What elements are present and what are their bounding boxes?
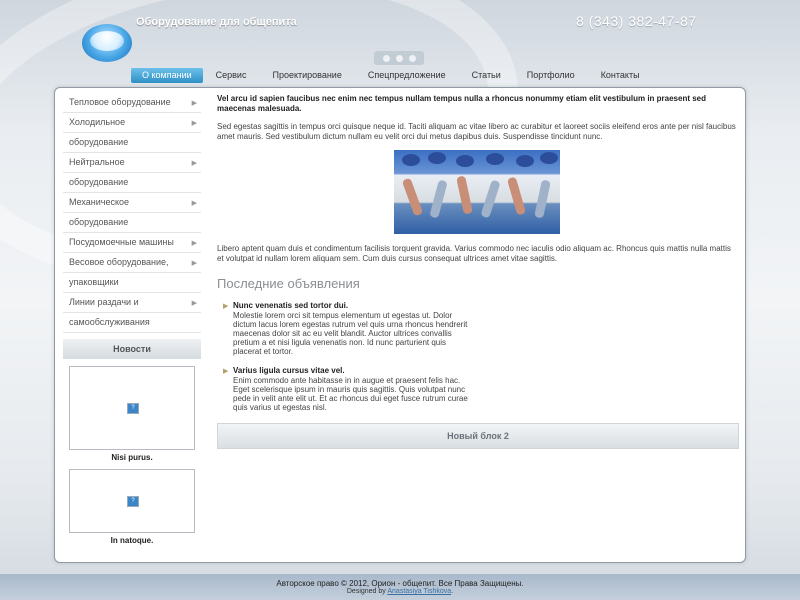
sidebar-item-thermal[interactable]: Тепловое оборудование ▶ [63,93,201,113]
sidebar-item-label: Линии раздачи и [69,297,139,307]
ball-shape [428,152,446,164]
sidebar-item-label: самообслуживания [69,317,150,327]
news-header: Новости [63,339,201,359]
arrow-right-icon: ▶ [191,240,197,247]
body-paragraph: Libero aptent quam duis et condimentum f… [217,244,731,263]
announcement-title[interactable]: Varius ligula cursus vitae vel. [233,366,473,376]
arrow-right-icon: ▶ [191,100,197,107]
arrow-right-icon: ▶ [191,160,197,167]
sidebar-item-scales-cont[interactable]: упаковщики [63,273,201,293]
sidebar-item-mechanical-cont[interactable]: оборудование [63,213,201,233]
copyright-text: Авторское право © 2012, Орион - общепит.… [276,579,524,588]
sidebar-item-label: Механическое [69,197,130,207]
sidebar-item-label: оборудование [69,137,129,147]
announcement-text: Enim commodo ante habitasse in in augue … [233,376,468,412]
ball-shape [516,155,534,167]
person-figure [429,179,448,219]
sidebar-item-mechanical[interactable]: Механическое ▶ [63,193,201,213]
footer: Авторское право © 2012, Орион - общепит.… [0,574,800,600]
person-figure [480,179,501,219]
arrow-right-icon: ▶ [191,300,197,307]
main-container: Тепловое оборудование ▶ Холодильное ▶ об… [54,87,746,563]
news-caption[interactable]: Nisi purus. [63,453,201,462]
intro-paragraph: Sed egestas sagittis in tempus orci quis… [217,122,736,141]
broken-image-icon: ? [127,496,139,507]
slider-dot-1[interactable] [382,54,390,62]
news-image[interactable]: ? [69,366,195,450]
site-title[interactable]: Оборудование для общепита [136,16,297,28]
nav-item-contacts[interactable]: Контакты [588,68,653,83]
designer-prefix: Designed by [346,588,386,595]
broken-image-icon: ? [127,403,139,414]
designer-link[interactable]: Anastasiya Tishkova [387,588,451,595]
sidebar-item-serving-lines[interactable]: Линии раздачи и ▶ [63,293,201,313]
nav-item-portfolio[interactable]: Портфолио [514,68,588,83]
designer-credit: Designed by Anastasiya Tishkova. [0,588,800,595]
announcement-text: Molestie lorem orci sit tempus elementum… [233,311,468,356]
person-figure [534,179,551,219]
slider-dot-2[interactable] [395,54,403,62]
sidebar-item-label: Весовое оборудование, [69,257,169,267]
person-figure [506,176,527,216]
ball-shape [402,154,420,166]
announcement-item: ▶ Varius ligula cursus vitae vel. Enim c… [217,366,473,412]
logo[interactable] [82,24,134,64]
logo-core [90,31,124,51]
new-block-2-header: Новый блок 2 [217,423,739,449]
sidebar-item-label: Нейтральное [69,157,125,167]
news-item[interactable]: ? Nisi purus. [63,366,201,462]
sidebar-item-label: оборудование [69,217,129,227]
sidebar-item-neutral[interactable]: Нейтральное ▶ [63,153,201,173]
main-nav: О компании Сервис Проектирование Спецпре… [131,68,653,83]
news-item[interactable]: ? In natoque. [63,469,201,545]
fitness-photo [394,150,560,234]
lead-paragraph: Vel arcu id sapien faucibus nec enim nec… [217,94,707,113]
person-figure [401,177,424,217]
sidebar-item-serving-lines-cont[interactable]: самообслуживания [63,313,201,333]
nav-item-special-offer[interactable]: Спецпредложение [355,68,459,83]
designer-suffix: . [451,588,454,595]
sidebar-item-label: Холодильное [69,117,126,127]
arrow-right-icon: ▶ [191,200,197,207]
news-caption[interactable]: In natoque. [63,536,201,545]
arrow-right-icon: ▶ [191,120,197,127]
announcement-item: ▶ Nunc venenatis sed tortor dui. Molesti… [217,301,473,356]
phone-number: 8 (343) 382-47-87 [576,13,697,29]
bullet-arrow-icon: ▶ [223,368,229,375]
sidebar-item-refrigeration-cont[interactable]: оборудование [63,133,201,153]
announcements-heading: Последние объявления [217,276,360,291]
ball-shape [456,155,474,167]
main-content: Vel arcu id sapien faucibus nec enim nec… [217,94,737,422]
arrow-right-icon: ▶ [191,260,197,267]
sidebar-item-label: упаковщики [69,277,119,287]
news-image[interactable]: ? [69,469,195,533]
bullet-arrow-icon: ▶ [223,303,229,310]
sidebar-item-neutral-cont[interactable]: оборудование [63,173,201,193]
sidebar-item-refrigeration[interactable]: Холодильное ▶ [63,113,201,133]
ball-shape [540,152,558,164]
ball-shape [486,153,504,165]
sidebar-item-label: оборудование [69,177,129,187]
nav-item-articles[interactable]: Статьи [459,68,514,83]
nav-item-service[interactable]: Сервис [203,68,260,83]
nav-item-about[interactable]: О компании [131,68,203,83]
person-figure [456,175,473,215]
category-menu: Тепловое оборудование ▶ Холодильное ▶ об… [63,93,201,333]
sidebar: Тепловое оборудование ▶ Холодильное ▶ об… [63,93,201,545]
sidebar-item-scales[interactable]: Весовое оборудование, ▶ [63,253,201,273]
slider-dot-3[interactable] [408,54,416,62]
sidebar-item-label: Посудомоечные машины [69,237,174,247]
sidebar-item-label: Тепловое оборудование [69,97,171,107]
announcement-title[interactable]: Nunc venenatis sed tortor dui. [233,301,473,311]
slider-pager [374,51,424,65]
nav-item-design[interactable]: Проектирование [259,68,354,83]
sidebar-item-dishwashers[interactable]: Посудомоечные машины ▶ [63,233,201,253]
